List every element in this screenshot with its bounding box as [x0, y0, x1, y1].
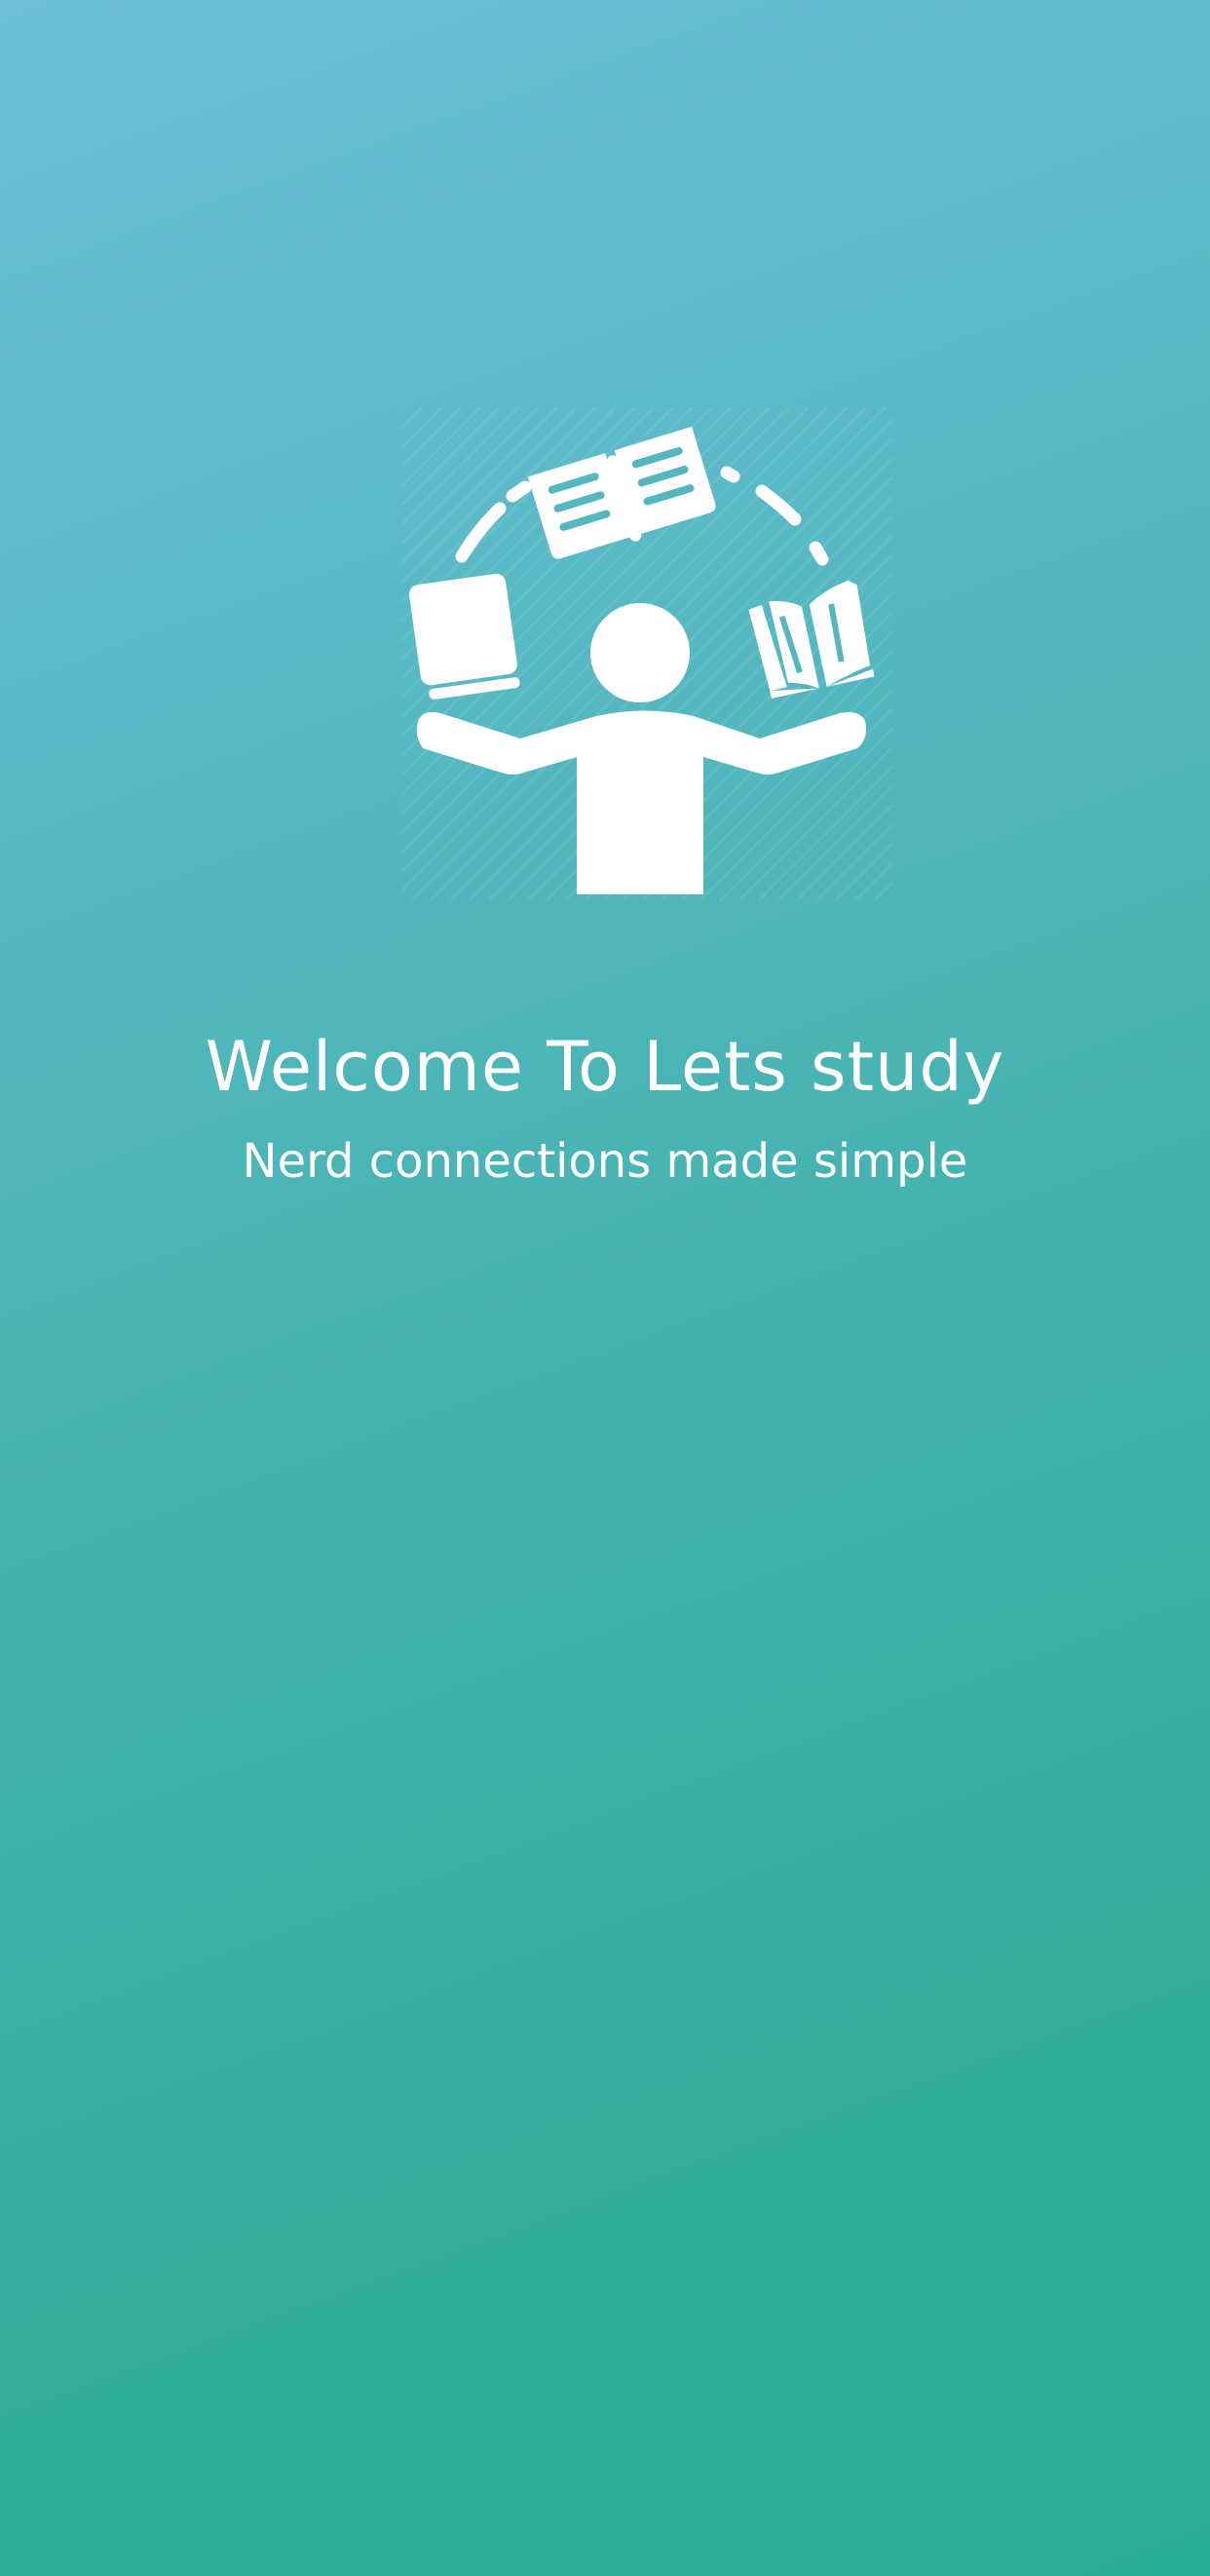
welcome-subtitle: Nerd connections made simple [242, 1134, 968, 1189]
welcome-screen: Welcome To Lets study Nerd connections m… [0, 0, 1210, 2576]
person-juggling-books-icon [401, 407, 892, 900]
welcome-title: Welcome To Lets study [205, 1027, 1005, 1107]
